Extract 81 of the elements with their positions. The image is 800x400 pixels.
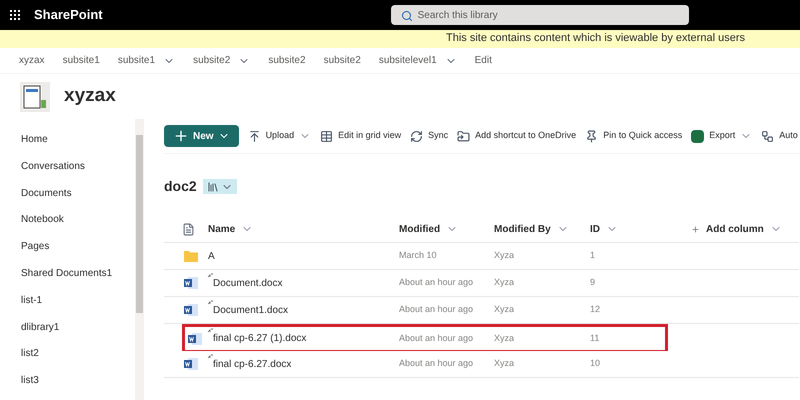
site-nav-link[interactable]: subsite1 bbox=[118, 53, 176, 68]
sidebar-item[interactable]: Home bbox=[21, 132, 135, 159]
table-cell-text: 10 bbox=[590, 357, 602, 370]
table-cell-text: March 10 bbox=[399, 249, 438, 262]
view-switcher-button[interactable] bbox=[202, 179, 237, 194]
file-name[interactable]: Document1.docx bbox=[213, 302, 288, 318]
sidebar-item[interactable]: Pages bbox=[21, 239, 135, 266]
file-name[interactable]: A bbox=[208, 248, 215, 264]
scrollbar[interactable] bbox=[135, 119, 144, 400]
site-nav-link[interactable]: subsite2 bbox=[193, 53, 250, 68]
table-cell-text: About an hour ago bbox=[399, 332, 474, 345]
command-button[interactable]: Upload bbox=[248, 129, 312, 143]
table-row[interactable]: final cp-6.27.docx About an hour ago Xyza 10 bbox=[164, 351, 799, 378]
file-name[interactable]: final cp-6.27.docx bbox=[213, 356, 292, 372]
site-nav-link[interactable]: subsitelevel1 bbox=[378, 53, 457, 68]
document-icon bbox=[184, 303, 198, 317]
table-row[interactable]: final cp-6.27 (1).docx About an hour ago Xyza 11 bbox=[182, 324, 668, 351]
command-button[interactable]: Sync bbox=[410, 129, 448, 143]
table-cell-text: Xyza bbox=[494, 276, 516, 290]
document-icon bbox=[188, 332, 202, 346]
table-cell-text: About an hour ago bbox=[399, 276, 474, 290]
app-title: SharePoint bbox=[34, 6, 103, 24]
command-button[interactable]: Add shortcut to OneDrive bbox=[457, 129, 576, 143]
table-row[interactable]: Document1.docx About an hour ago Xyza 12 bbox=[164, 297, 799, 324]
sidebar-item[interactable]: Documents bbox=[21, 186, 135, 212]
table-row[interactable]: Document.docx About an hour ago Xyza 9 bbox=[164, 270, 799, 297]
column-header[interactable]: Modified By bbox=[494, 222, 590, 236]
file-name[interactable]: Document.docx bbox=[213, 276, 282, 290]
table-cell-text: Xyza bbox=[494, 332, 516, 345]
column-header[interactable]: ID bbox=[590, 222, 686, 236]
sidebar-item[interactable]: list2 bbox=[21, 346, 135, 374]
site-logo bbox=[20, 82, 50, 112]
table-cell-text: 11 bbox=[590, 332, 600, 345]
folder-icon bbox=[184, 250, 198, 262]
shortcut-icon bbox=[457, 130, 470, 142]
flow-icon bbox=[761, 130, 774, 142]
sidebar-item[interactable]: Conversations bbox=[21, 158, 135, 186]
sidebar-item[interactable]: list3 bbox=[21, 373, 135, 400]
site-nav-link[interactable]: Edit bbox=[474, 53, 492, 68]
plus-icon bbox=[173, 128, 189, 144]
pin-icon bbox=[585, 130, 598, 142]
site-nav-link[interactable]: xyzax bbox=[19, 53, 45, 68]
column-header[interactable]: Name bbox=[208, 222, 399, 236]
search-field[interactable]: Search this library bbox=[390, 5, 689, 25]
table-cell-text: About an hour ago bbox=[399, 303, 474, 316]
banner-text: This site contains content which is viewable by external users bbox=[446, 33, 745, 43]
table-cell-text: 12 bbox=[590, 303, 602, 316]
library-title: doc2 bbox=[164, 177, 197, 196]
site-nav-link[interactable]: subsite2 bbox=[268, 53, 306, 68]
app-launcher-icon[interactable] bbox=[10, 10, 20, 20]
site-title: xyzax bbox=[64, 84, 116, 108]
command-button[interactable]: Export bbox=[691, 129, 752, 143]
site-nav-link[interactable]: subsite2 bbox=[324, 53, 361, 68]
sidebar-item[interactable]: dlibrary1 bbox=[21, 320, 135, 346]
library-icon bbox=[206, 180, 219, 192]
sidebar-item[interactable]: list-1 bbox=[21, 292, 135, 320]
table-cell-text: Xyza bbox=[494, 303, 516, 316]
file-type-icon bbox=[182, 222, 195, 236]
sync-icon bbox=[410, 130, 424, 142]
upload-icon bbox=[248, 130, 261, 142]
column-header[interactable]: Add column bbox=[686, 222, 796, 236]
sidebar-item[interactable]: Shared Documents1 bbox=[21, 266, 135, 293]
document-icon bbox=[184, 357, 198, 371]
site-nav-link[interactable]: subsite1 bbox=[62, 53, 100, 68]
table-cell-text: 9 bbox=[590, 276, 596, 290]
table-cell-text: 1 bbox=[590, 249, 596, 262]
table-cell-text: Xyza bbox=[494, 249, 516, 262]
new-button[interactable]: New bbox=[164, 125, 239, 147]
plus-icon bbox=[691, 224, 700, 234]
column-header[interactable]: Modified bbox=[399, 222, 494, 236]
grid-icon bbox=[320, 130, 334, 142]
search-icon bbox=[400, 10, 413, 22]
file-name[interactable]: final cp-6.27 (1).docx bbox=[213, 331, 306, 346]
table-cell-text: Xyza bbox=[494, 357, 516, 370]
table-cell-text: About an hour ago bbox=[399, 357, 474, 370]
command-button[interactable]: Auto bbox=[761, 129, 798, 143]
document-icon bbox=[184, 276, 198, 290]
command-button[interactable]: Pin to Quick access bbox=[585, 129, 682, 143]
command-button[interactable]: Edit in grid view bbox=[320, 129, 402, 143]
table-row[interactable]: A March 10 Xyza 1 bbox=[164, 243, 799, 270]
sidebar-item[interactable]: Notebook bbox=[21, 212, 135, 240]
